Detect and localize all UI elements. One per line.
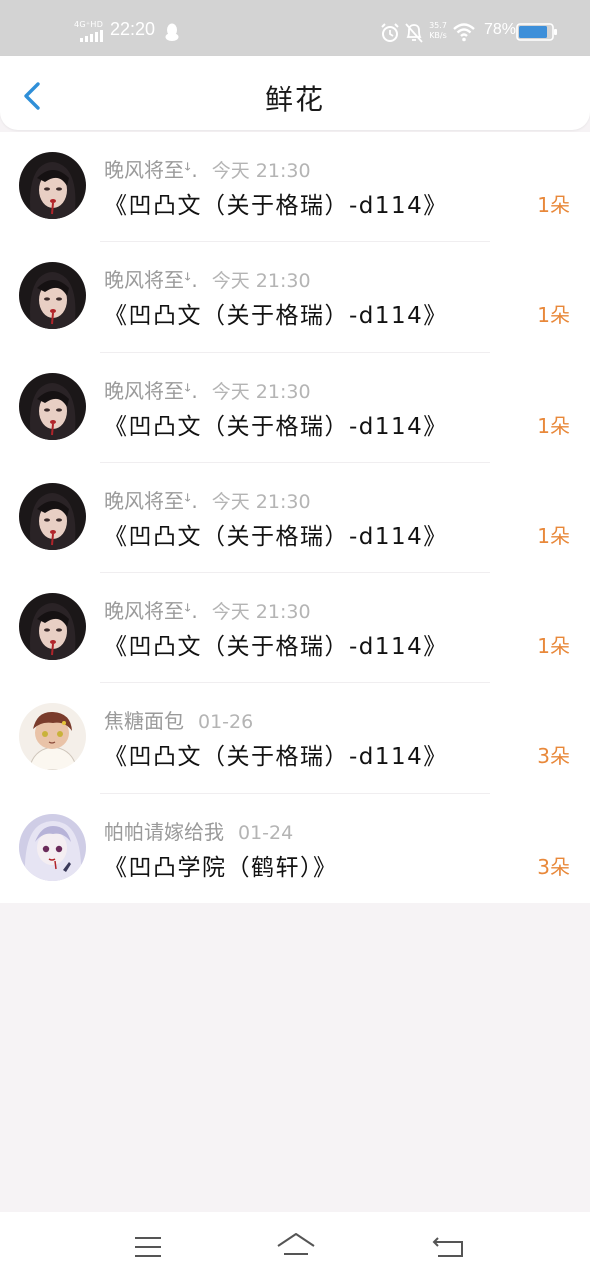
avatar[interactable] — [19, 262, 86, 330]
flower-count: 1朵 — [537, 523, 570, 548]
top-app-bar: 鲜花 — [0, 56, 590, 130]
send-time: 今天 21:30 — [211, 270, 311, 293]
avatar[interactable] — [19, 372, 86, 440]
list-item[interactable]: 晚风将至ꜜ. 今天 21:30 《凹凸文（关于格瑞）-d114》 1朵 — [0, 353, 590, 463]
flower-count: 1朵 — [537, 303, 570, 328]
avatar[interactable] — [19, 152, 86, 219]
send-time: 今天 21:30 — [211, 490, 311, 513]
notifications-off-icon — [405, 23, 423, 43]
sender-name: 焦糖面包 01-26 — [104, 709, 254, 734]
menu-icon[interactable] — [131, 1230, 165, 1264]
avatar[interactable] — [19, 703, 86, 771]
qq-penguin-icon — [165, 23, 179, 41]
send-time: 01-26 — [198, 711, 254, 734]
page-title: 鲜花 — [264, 83, 325, 116]
clock: 22:20 — [110, 19, 156, 39]
post-title: 《凹凸学院（鹤轩）》 — [104, 854, 338, 881]
gothic-girl-avatar-icon — [19, 152, 86, 219]
sender-name: 晚风将至ꜜ. 今天 21:30 — [104, 599, 311, 624]
send-time: 今天 21:30 — [211, 601, 311, 624]
network-speed: 35.7 KB/s — [429, 21, 447, 40]
battery-percent: 78% — [484, 21, 517, 38]
purple-girl-avatar-icon — [19, 813, 86, 881]
list-item[interactable]: 晚风将至ꜜ. 今天 21:30 《凹凸文（关于格瑞）-d114》 1朵 — [0, 242, 590, 353]
list-item[interactable]: 晚风将至ꜜ. 今天 21:30 《凹凸文（关于格瑞）-d114》 1朵 — [0, 132, 590, 243]
post-title: 《凹凸文（关于格瑞）-d114》 — [104, 523, 448, 550]
gothic-girl-avatar-icon — [19, 372, 86, 440]
list-item[interactable]: 焦糖面包 01-26 《凹凸文（关于格瑞）-d114》 3朵 — [0, 683, 590, 794]
send-time: 今天 21:30 — [211, 380, 311, 403]
flower-count: 3朵 — [537, 744, 570, 769]
sender-name: 晚风将至ꜜ. 今天 21:30 — [104, 378, 311, 403]
post-title: 《凹凸文（关于格瑞）-d114》 — [104, 303, 448, 330]
list-item[interactable]: 晚风将至ꜜ. 今天 21:30 《凹凸文（关于格瑞）-d114》 1朵 — [0, 573, 590, 684]
home-icon[interactable] — [276, 1230, 316, 1264]
battery-icon — [516, 23, 557, 41]
post-title: 《凹凸文（关于格瑞）-d114》 — [104, 634, 448, 661]
gothic-girl-avatar-icon — [19, 593, 86, 661]
status-bar: 4G⁺HD 22:20 35.7 KB/s 78% — [0, 0, 590, 56]
list-item[interactable]: 帕帕请嫁给我 01-24 《凹凸学院（鹤轩）》 3朵 — [0, 794, 590, 904]
send-time: 今天 21:30 — [211, 160, 311, 182]
sender-name: 帕帕请嫁给我 01-24 — [104, 819, 294, 844]
chibi-boy-avatar-icon — [19, 703, 86, 771]
sender-name: 晚风将至ꜜ. 今天 21:30 — [104, 488, 311, 513]
post-title: 《凹凸文（关于格瑞）-d114》 — [104, 413, 448, 440]
gothic-girl-avatar-icon — [19, 482, 86, 550]
signal-icon — [80, 30, 103, 42]
sender-name: 晚风将至ꜜ. 今天 21:30 — [104, 158, 311, 182]
gothic-girl-avatar-icon — [19, 262, 86, 330]
send-time: 01-24 — [238, 821, 294, 844]
avatar[interactable] — [19, 482, 86, 550]
post-title: 《凹凸文（关于格瑞）-d114》 — [104, 744, 448, 771]
flower-count: 1朵 — [537, 413, 570, 438]
system-nav-bar — [0, 1212, 590, 1280]
avatar[interactable] — [19, 813, 86, 881]
wifi-icon — [453, 23, 475, 42]
back-arrow-icon[interactable] — [432, 1230, 466, 1264]
avatar[interactable] — [19, 593, 86, 661]
flower-count: 3朵 — [537, 854, 570, 879]
list-item[interactable]: 晚风将至ꜜ. 今天 21:30 《凹凸文（关于格瑞）-d114》 1朵 — [0, 463, 590, 574]
alarm-icon — [381, 23, 399, 42]
flower-count: 1朵 — [537, 193, 570, 217]
post-title: 《凹凸文（关于格瑞）-d114》 — [104, 193, 448, 219]
flower-record-list: 晚风将至ꜜ. 今天 21:30 《凹凸文（关于格瑞）-d114》 1朵 晚风将至ꜜ… — [0, 132, 590, 903]
sender-name: 晚风将至ꜜ. 今天 21:30 — [104, 268, 311, 293]
flower-count: 1朵 — [537, 634, 570, 659]
network-type: 4G⁺HD — [74, 20, 104, 29]
